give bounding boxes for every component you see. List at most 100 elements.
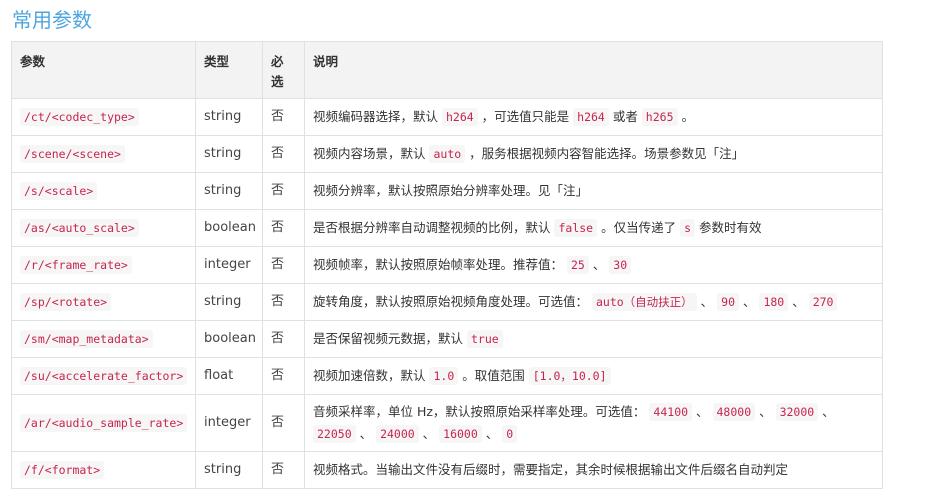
table-row: /as/<auto_scale> boolean 否是否根据分辨率自动调整视频的比例… <box>11 209 883 247</box>
desc-code: h265 <box>641 108 678 126</box>
type-cell: boolean <box>195 320 263 358</box>
desc-text: 。仅当传递了 <box>597 220 681 235</box>
param-code: /ct/<codec_type> <box>20 107 139 126</box>
header-required: 必选 <box>262 41 305 99</box>
type-cell: string <box>195 451 263 489</box>
table-row: /su/<accelerate_factor> float 否视频加速倍数，默认 1… <box>11 357 883 395</box>
table-row: /sp/<rotate> string 否旋转角度，默认按照原始视频角度处理。可选值… <box>11 283 883 321</box>
desc-code: 32000 <box>775 403 819 421</box>
desc-text: 、 <box>755 404 776 419</box>
desc-text: 、 <box>739 294 760 309</box>
desc-text: 。 <box>677 109 694 124</box>
table-row: /s/<scale> string 否视频分辨率，默认按照原始分辨率处理。见「注」 <box>11 172 883 210</box>
desc-cell: 旋转角度，默认按照原始视频角度处理。可选值： auto（自动扶正） 、 90 、… <box>304 283 883 321</box>
desc-text: 、 <box>696 294 718 309</box>
desc-cell: 视频加速倍数，默认 1.0 。取值范围 [1.0，10.0] <box>304 357 883 395</box>
desc-text: 、 <box>692 404 713 419</box>
param-cell: /r/<frame_rate> <box>11 246 196 284</box>
type-cell: string <box>195 283 263 321</box>
required-cell: 否 <box>262 394 305 452</box>
desc-text: 旋转角度，默认按照原始视频角度处理。可选值： <box>313 294 592 309</box>
header-type: 类型 <box>195 41 263 99</box>
param-cell: /s/<scale> <box>11 172 196 210</box>
required-cell: 否 <box>262 320 305 358</box>
type-cell: string <box>195 135 263 173</box>
desc-code: s <box>680 219 695 237</box>
table-row: /ct/<codec_type> string 否视频编码器选择，默认 h264 ，… <box>11 98 883 136</box>
type-cell: boolean <box>195 209 263 247</box>
table-row: /sm/<map_metadata> boolean 否是否保留视频元数据，默认 t… <box>11 320 883 358</box>
param-code: /r/<frame_rate> <box>20 255 132 274</box>
table-row: /ar/<audio_sample_rate> integer 否音频采样率，单位 … <box>11 394 883 452</box>
desc-code: 22050 <box>313 425 356 443</box>
param-code: /su/<accelerate_factor> <box>20 366 188 385</box>
desc-text: 参数时有效 <box>695 220 762 235</box>
desc-text: 音频采样率，单位 Hz，默认按照原始采样率处理。可选值： <box>313 404 650 419</box>
desc-text: ，可选值只能是 <box>477 109 574 124</box>
desc-code: auto <box>429 145 466 163</box>
type-cell: integer <box>195 394 263 452</box>
param-code: /scene/<scene> <box>20 144 125 163</box>
desc-text: 视频格式。当输出文件没有后缀时，需要指定，其余时候根据输出文件后缀名自动判定 <box>313 462 789 477</box>
required-cell: 否 <box>262 246 305 284</box>
param-cell: /scene/<scene> <box>11 135 196 173</box>
header-required-label: 必选 <box>271 54 284 89</box>
table-row: /r/<frame_rate> integer 否视频帧率，默认按照原始帧率处理。推… <box>11 246 883 284</box>
desc-text: 是否保留视频元数据，默认 <box>313 331 467 346</box>
desc-text: 、 <box>818 404 835 419</box>
required-cell: 否 <box>262 135 305 173</box>
table-row: /scene/<scene> string 否视频内容场景，默认 auto ，服务根… <box>11 135 883 173</box>
section-title: 常用参数 <box>12 8 92 32</box>
type-cell: string <box>195 98 263 136</box>
param-cell: /as/<auto_scale> <box>11 209 196 247</box>
required-cell: 否 <box>262 172 305 210</box>
required-cell: 否 <box>262 283 305 321</box>
param-code: /s/<scale> <box>20 181 98 200</box>
desc-code: h264 <box>573 108 609 126</box>
desc-text: 视频帧率，默认按照原始帧率处理。推荐值： <box>313 257 567 272</box>
desc-cell: 是否根据分辨率自动调整视频的比例，默认 false 。仅当传递了 s 参数时有效 <box>304 209 883 247</box>
param-code: /ar/<audio_sample_rate> <box>20 413 188 432</box>
param-code: /sm/<map_metadata> <box>20 329 153 348</box>
desc-text: 、 <box>788 294 809 309</box>
required-cell: 否 <box>262 98 305 136</box>
param-cell: /sm/<map_metadata> <box>11 320 196 358</box>
param-cell: /su/<accelerate_factor> <box>11 357 196 395</box>
desc-text: 。取值范围 <box>458 368 529 383</box>
desc-text: 是否根据分辨率自动调整视频的比例，默认 <box>313 220 555 235</box>
type-cell: integer <box>195 246 263 284</box>
type-cell: string <box>195 172 263 210</box>
table-row: /f/<format> string 否视频格式。当输出文件没有后缀时，需要指定，其… <box>11 451 883 489</box>
desc-cell: 视频帧率，默认按照原始帧率处理。推荐值： 25 、 30 <box>304 246 883 284</box>
header-param: 参数 <box>11 41 196 99</box>
param-cell: /f/<format> <box>11 451 196 489</box>
required-cell: 否 <box>262 357 305 395</box>
desc-code: true <box>466 330 503 348</box>
desc-cell: 视频内容场景，默认 auto ，服务根据视频内容智能选择。场景参数见「注」 <box>304 135 883 173</box>
desc-code: 0 <box>502 425 518 443</box>
desc-code: 24000 <box>376 425 419 443</box>
desc-text: 或者 <box>608 109 642 124</box>
desc-text: 视频分辨率，默认按照原始分辨率处理。见「注」 <box>313 183 589 198</box>
desc-code: [1.0，10.0] <box>528 367 611 385</box>
desc-text: 视频编码器选择，默认 <box>313 109 442 124</box>
desc-cell: 视频格式。当输出文件没有后缀时，需要指定，其余时候根据输出文件后缀名自动判定 <box>304 451 883 489</box>
header-desc: 说明 <box>304 41 883 99</box>
desc-cell: 音频采样率，单位 Hz，默认按照原始采样率处理。可选值： 44100 、 480… <box>304 394 883 452</box>
params-table: 参数 类型 必选 说明 /ct/<codec_type> string 否视频编码器… <box>11 41 883 489</box>
desc-cell: 视频编码器选择，默认 h264 ，可选值只能是 h264 或者 h265 。 <box>304 98 883 136</box>
table-body: /ct/<codec_type> string 否视频编码器选择，默认 h264 ，… <box>11 98 883 489</box>
desc-code: 180 <box>759 293 789 311</box>
required-cell: 否 <box>262 209 305 247</box>
param-cell: /ar/<audio_sample_rate> <box>11 394 196 452</box>
desc-text: 视频内容场景，默认 <box>313 146 430 161</box>
desc-text: 、 <box>588 257 610 272</box>
desc-code: 90 <box>717 293 739 311</box>
param-cell: /ct/<codec_type> <box>11 98 196 136</box>
table-header-row: 参数 类型 必选 说明 <box>11 41 883 99</box>
desc-text: ，服务根据视频内容智能选择。场景参数见「注」 <box>465 146 745 161</box>
param-code: /sp/<rotate> <box>20 292 112 311</box>
desc-text: 、 <box>481 426 503 441</box>
desc-cell: 视频分辨率，默认按照原始分辨率处理。见「注」 <box>304 172 883 210</box>
desc-code: 44100 <box>649 403 693 421</box>
